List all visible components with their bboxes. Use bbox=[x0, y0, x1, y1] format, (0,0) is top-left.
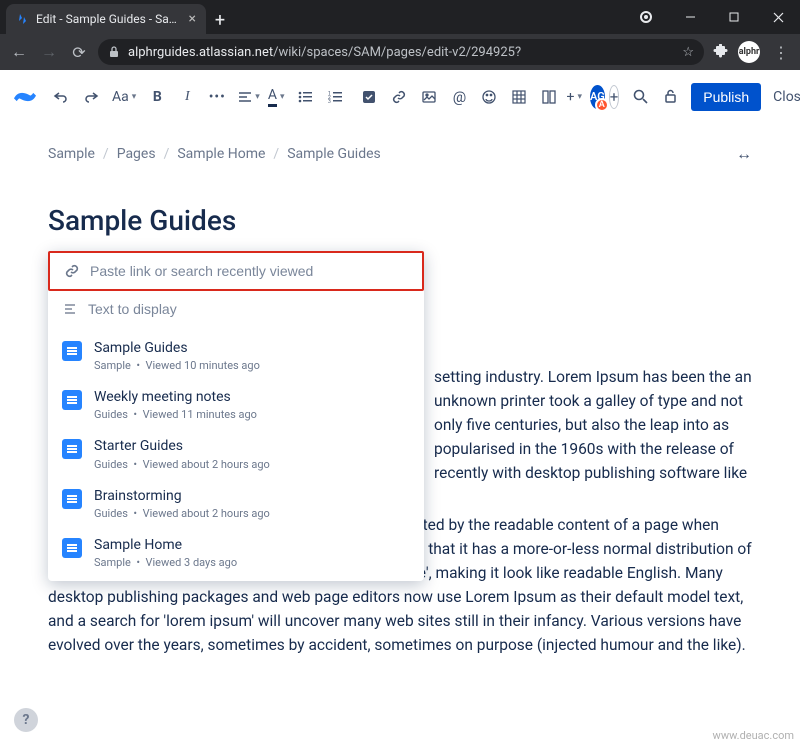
align-dropdown[interactable]: ▾ bbox=[238, 91, 260, 103]
editor-toolbar: Aa▾ B I ••• ▾ A▾ 123 @ +▾ AGA + Publish … bbox=[0, 70, 800, 124]
svg-text:3: 3 bbox=[328, 99, 331, 103]
window-close-button[interactable] bbox=[756, 0, 800, 34]
suggestion-item[interactable]: Starter GuidesGuides • Viewed about 2 ho… bbox=[48, 429, 424, 478]
page-icon bbox=[62, 341, 82, 361]
breadcrumb-item[interactable]: Sample Guides bbox=[287, 146, 381, 162]
browser-tab[interactable]: Edit - Sample Guides - Sample - × bbox=[6, 4, 206, 34]
tab-close-icon[interactable]: × bbox=[189, 11, 196, 27]
link-picker-popup: Sample GuidesSample • Viewed 10 minutes … bbox=[48, 251, 424, 581]
more-formatting-button[interactable]: ••• bbox=[204, 84, 230, 110]
watermark: www.deuac.com bbox=[713, 729, 794, 742]
page-icon bbox=[62, 489, 82, 509]
page-icon bbox=[62, 538, 82, 558]
number-list-button[interactable]: 123 bbox=[322, 84, 348, 110]
browser-tab-strip: Edit - Sample Guides - Sample - × + bbox=[0, 0, 800, 34]
url-text: alphrguides.atlassian.net/wiki/spaces/SA… bbox=[128, 45, 521, 60]
italic-button[interactable]: I bbox=[174, 84, 200, 110]
link-text-row bbox=[48, 291, 424, 327]
layouts-button[interactable] bbox=[536, 84, 562, 110]
page-icon bbox=[62, 390, 82, 410]
browser-toolbar: ← → ⟳ alphrguides.atlassian.net/wiki/spa… bbox=[0, 34, 800, 70]
page-icon bbox=[62, 439, 82, 459]
star-icon[interactable]: ☆ bbox=[682, 45, 694, 60]
insert-dropdown[interactable]: +▾ bbox=[566, 89, 581, 105]
close-button[interactable]: Close bbox=[765, 89, 800, 105]
bold-button[interactable]: B bbox=[144, 84, 170, 110]
back-button[interactable]: ← bbox=[8, 42, 30, 62]
circle-icon[interactable] bbox=[624, 0, 668, 34]
suggestion-item[interactable]: Weekly meeting notesGuides • Viewed 11 m… bbox=[48, 380, 424, 429]
content-width-toggle[interactable]: ↔ bbox=[736, 144, 752, 164]
breadcrumb: Sample/ Pages/ Sample Home/ Sample Guide… bbox=[48, 144, 752, 164]
profile-avatar[interactable]: alphr bbox=[738, 41, 760, 63]
breadcrumb-item[interactable]: Sample Home bbox=[177, 146, 265, 162]
window-maximize-button[interactable] bbox=[712, 0, 756, 34]
suggestion-item[interactable]: BrainstormingGuides • Viewed about 2 hou… bbox=[48, 479, 424, 528]
forward-button[interactable]: → bbox=[38, 42, 60, 62]
link-button[interactable] bbox=[386, 84, 412, 110]
link-suggestions: Sample GuidesSample • Viewed 10 minutes … bbox=[48, 327, 424, 581]
link-icon bbox=[64, 264, 80, 278]
redo-button[interactable] bbox=[78, 84, 104, 110]
emoji-button[interactable] bbox=[476, 84, 502, 110]
page-title[interactable]: Sample Guides bbox=[48, 204, 752, 237]
link-text-input[interactable] bbox=[88, 301, 410, 317]
browser-menu-icon[interactable]: ⋮ bbox=[770, 43, 792, 62]
suggestion-item[interactable]: Sample HomeSample • Viewed 3 days ago bbox=[48, 528, 424, 577]
find-button[interactable] bbox=[627, 84, 653, 110]
undo-button[interactable] bbox=[48, 84, 74, 110]
restrictions-button[interactable] bbox=[657, 84, 683, 110]
user-avatar[interactable]: AGA bbox=[590, 85, 605, 109]
mention-button[interactable]: @ bbox=[446, 84, 472, 110]
publish-button[interactable]: Publish bbox=[691, 83, 761, 111]
window-minimize-button[interactable] bbox=[668, 0, 712, 34]
address-bar[interactable]: alphrguides.atlassian.net/wiki/spaces/SA… bbox=[98, 39, 704, 65]
text-icon bbox=[62, 303, 78, 315]
favicon-icon bbox=[16, 12, 30, 26]
table-button[interactable] bbox=[506, 84, 532, 110]
text-color-dropdown[interactable]: A▾ bbox=[268, 87, 285, 107]
lock-icon bbox=[108, 46, 120, 58]
help-button[interactable]: ? bbox=[14, 708, 38, 732]
link-url-input[interactable] bbox=[90, 263, 408, 279]
tab-title: Edit - Sample Guides - Sample - bbox=[36, 12, 183, 26]
action-item-button[interactable] bbox=[356, 84, 382, 110]
new-tab-button[interactable]: + bbox=[206, 6, 234, 34]
image-button[interactable] bbox=[416, 84, 442, 110]
breadcrumb-item[interactable]: Pages bbox=[117, 146, 156, 162]
reload-button[interactable]: ⟳ bbox=[68, 43, 90, 62]
extensions-icon[interactable] bbox=[712, 44, 728, 60]
bullet-list-button[interactable] bbox=[292, 84, 318, 110]
confluence-logo-icon[interactable] bbox=[14, 86, 36, 108]
invite-button[interactable]: + bbox=[609, 85, 620, 109]
suggestion-item[interactable]: Sample GuidesSample • Viewed 10 minutes … bbox=[48, 331, 424, 380]
breadcrumb-item[interactable]: Sample bbox=[48, 146, 95, 162]
link-url-row bbox=[48, 251, 424, 291]
text-style-dropdown[interactable]: Aa▾ bbox=[112, 89, 136, 105]
